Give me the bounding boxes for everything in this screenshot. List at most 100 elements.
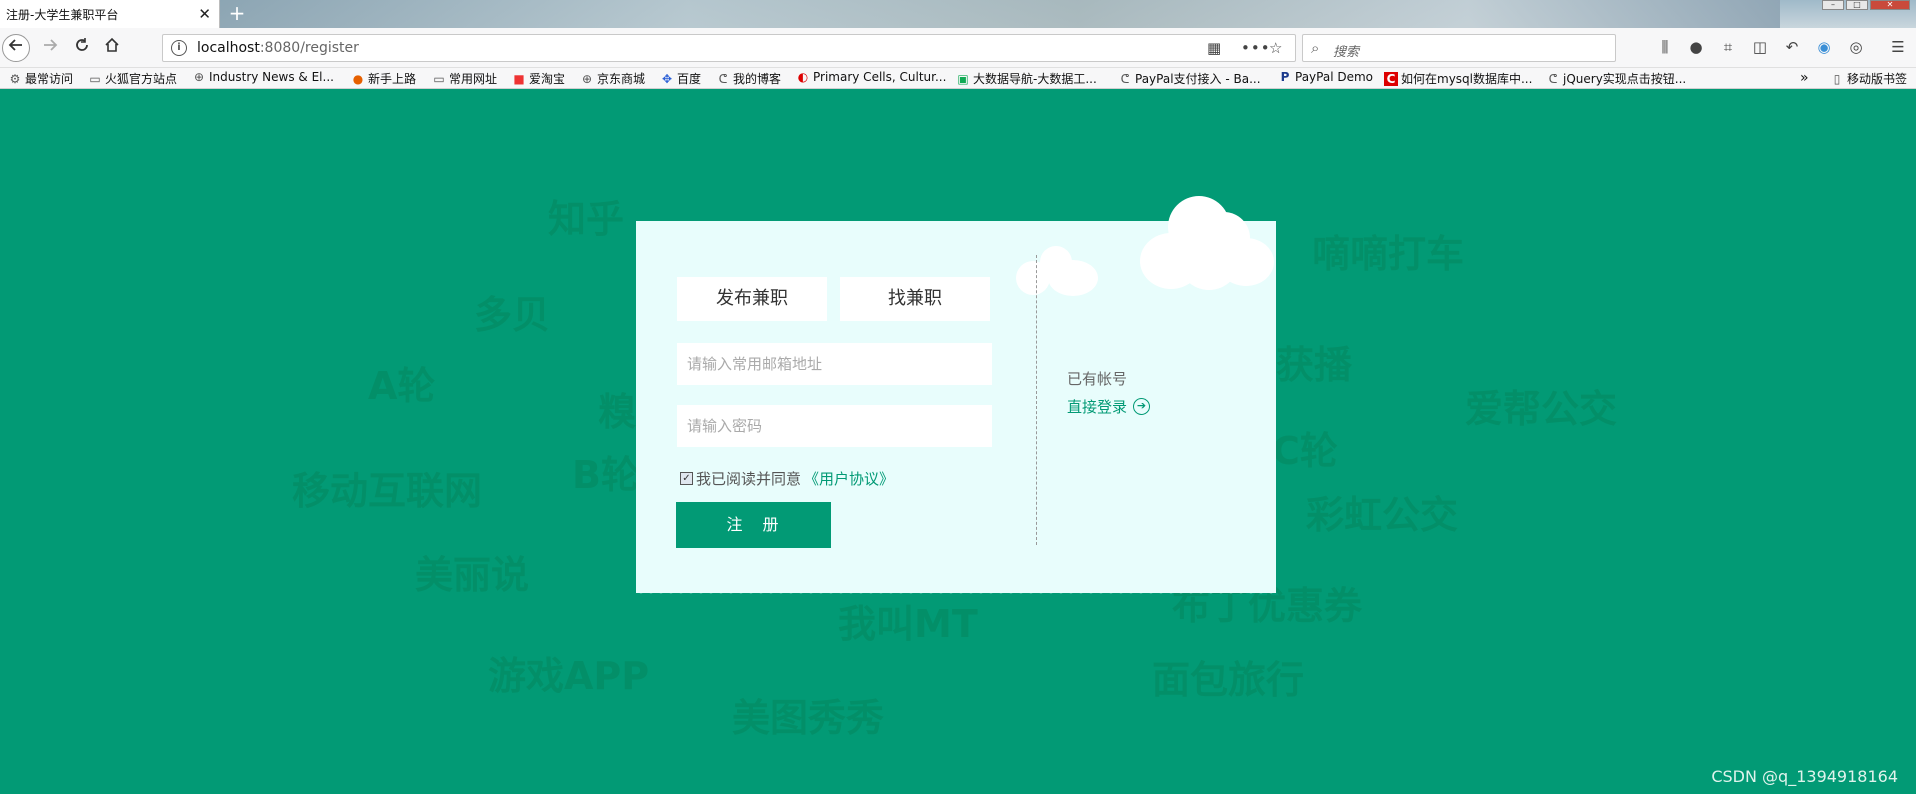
home-icon — [105, 37, 119, 52]
have-account-label: 已有帐号 — [1067, 370, 1128, 388]
globe-icon: ⊕ — [193, 70, 205, 84]
background-word: 糗 — [598, 390, 637, 434]
menu-icon[interactable]: ☰ — [1888, 38, 1908, 56]
password-field[interactable] — [677, 405, 992, 447]
site-icon: ◐ — [797, 70, 809, 84]
bookmark-item[interactable]: P PayPal Demo — [1278, 70, 1373, 84]
qr-code-icon[interactable]: ▦ — [1207, 39, 1221, 57]
firefox-icon: ● — [352, 71, 364, 86]
bookmark-label: 新手上路 — [368, 72, 417, 86]
bookmark-item[interactable]: ✥ 百度 — [660, 70, 701, 87]
user-agreement-link[interactable]: 《用户协议》 — [804, 468, 894, 489]
bookmark-label: 火狐官方站点 — [105, 72, 178, 86]
globe-addon-icon[interactable]: ◉ — [1814, 38, 1834, 56]
search-icon: ⌕ — [1311, 39, 1320, 57]
close-window-icon[interactable]: ✕ — [1870, 0, 1910, 10]
tab-close-icon[interactable]: ✕ — [198, 5, 211, 23]
sidebar-icon[interactable]: ◫ — [1750, 38, 1770, 56]
baidu-icon: ✥ — [661, 71, 673, 86]
active-tab[interactable]: 注册-大学生兼职平台 ✕ — [0, 0, 220, 28]
background-word: 爱帮公交 — [1465, 387, 1618, 431]
login-link[interactable]: 直接登录 ➔ — [1067, 396, 1151, 417]
reload-button[interactable] — [70, 36, 94, 60]
url-text[interactable]: localhost:8080/register — [197, 40, 359, 56]
card-scalloped-edge — [636, 589, 1276, 597]
email-field[interactable] — [677, 343, 992, 385]
bookmark-label: 最常访问 — [25, 72, 74, 86]
maximize-icon[interactable]: □ — [1846, 0, 1868, 10]
back-button[interactable] — [2, 34, 30, 62]
bookmarks-overflow-icon[interactable]: » — [1800, 70, 1809, 86]
gear-icon: ⚙ — [9, 71, 21, 86]
agree-checkbox[interactable]: ✓ — [680, 472, 693, 485]
site-icon: ▣ — [957, 71, 969, 86]
paypal-icon: P — [1280, 70, 1290, 84]
background-word: 多贝 — [474, 293, 551, 337]
bookmark-label: jQuery实现点击按钮... — [1563, 72, 1687, 86]
watermark: CSDN @q_1394918164 — [1711, 767, 1898, 786]
blog-icon: ᕦ — [1548, 71, 1558, 86]
crop-icon[interactable]: ⌗ — [1718, 38, 1738, 56]
bookmark-star-icon[interactable]: ☆ — [1269, 39, 1282, 57]
sync-icon[interactable]: ◎ — [1846, 38, 1866, 56]
bookmarks-toolbar: ⚙ 最常访问 ▭ 火狐官方站点 ⊕ Industry News & El... ● 新手… — [0, 68, 1916, 89]
bookmark-label: 京东商城 — [597, 72, 646, 86]
tab-post-job[interactable]: 发布兼职 — [677, 277, 827, 321]
bookmark-label: 大数据导航-大数据工... — [973, 72, 1097, 86]
bookmark-label: Primary Cells, Cultur... — [813, 70, 947, 84]
home-button[interactable] — [100, 36, 124, 60]
bookmark-label: 移动版书签 — [1847, 72, 1908, 86]
page-actions-icon[interactable]: ••• — [1241, 39, 1271, 57]
bookmark-item[interactable]: C 如何在mysql数据库中... — [1384, 70, 1532, 87]
site-info-icon[interactable]: i — [171, 40, 187, 56]
address-bar[interactable]: i localhost:8080/register ▦ ••• ☆ — [162, 34, 1296, 62]
bookmark-item[interactable]: ⊕ 京东商城 — [580, 70, 645, 87]
background-word: 移动互联网 — [292, 469, 483, 513]
background-word: 美丽说 — [415, 553, 530, 597]
bookmark-item[interactable]: ᕦ PayPal支付接入 - Ba... — [1118, 70, 1261, 87]
form-divider — [1036, 255, 1037, 545]
background-word: B轮 — [572, 453, 639, 497]
window-controls: – □ ✕ — [1822, 0, 1910, 10]
back-arrow-icon — [8, 39, 22, 51]
bookmark-label: 常用网址 — [449, 72, 498, 86]
background-word: 彩虹公交 — [1306, 493, 1459, 537]
mobile-icon: ▯ — [1833, 71, 1841, 86]
folder-icon: ▭ — [89, 71, 101, 86]
bookmark-label: 我的博客 — [733, 72, 782, 86]
tab-find-job[interactable]: 找兼职 — [840, 277, 990, 321]
bookmark-item[interactable]: ▣ 大数据导航-大数据工... — [956, 70, 1097, 87]
background-word: 我叫MT — [838, 602, 978, 646]
search-bar[interactable]: ⌕ 搜索 — [1302, 34, 1616, 62]
bookmark-item[interactable]: ⚙ 最常访问 — [8, 70, 73, 87]
agree-text: 我已阅读并同意 — [696, 470, 802, 488]
login-link-label: 直接登录 — [1067, 398, 1128, 416]
url-path: :8080/register — [259, 40, 359, 56]
bookmark-label: PayPal支付接入 - Ba... — [1135, 72, 1261, 86]
bookmark-item[interactable]: ᕦ 我的博客 — [716, 70, 781, 87]
bookmark-item[interactable]: ■ 爱淘宝 — [512, 70, 565, 87]
bookmark-item[interactable]: ⊕ Industry News & El... — [192, 70, 334, 84]
register-button[interactable]: 注 册 — [676, 502, 831, 548]
navigation-toolbar: i localhost:8080/register ▦ ••• ☆ ⌕ 搜索 ⫼… — [0, 28, 1916, 68]
bookmark-item[interactable]: ▭ 火狐官方站点 — [88, 70, 177, 87]
bookmark-item[interactable]: ◐ Primary Cells, Cultur... — [796, 70, 947, 84]
agreement-row: ✓ 我已阅读并同意 《用户协议》 — [680, 468, 894, 489]
bookmark-item[interactable]: ● 新手上路 — [351, 70, 416, 87]
background-word: A轮 — [368, 364, 436, 408]
bookmark-label: 百度 — [677, 72, 702, 86]
new-tab-button[interactable]: + — [226, 1, 248, 25]
chat-icon[interactable]: ● — [1686, 38, 1706, 56]
bookmark-item[interactable]: ▭ 常用网址 — [432, 70, 497, 87]
bookmark-label: 如何在mysql数据库中... — [1401, 72, 1533, 86]
library-icon[interactable]: ⫼ — [1655, 38, 1675, 56]
bookmark-item[interactable]: ᕦ jQuery实现点击按钮... — [1546, 70, 1687, 87]
url-host: localhost — [197, 40, 260, 56]
minimize-icon[interactable]: – — [1822, 0, 1844, 10]
background-word: 嘀嘀打车 — [1312, 232, 1465, 276]
forward-button[interactable] — [38, 36, 62, 60]
undo-icon[interactable]: ↶ — [1782, 38, 1802, 56]
mobile-bookmarks[interactable]: ▯ 移动版书签 — [1830, 70, 1907, 87]
reload-icon — [76, 38, 88, 51]
arrow-right-circle-icon: ➔ — [1133, 398, 1151, 415]
